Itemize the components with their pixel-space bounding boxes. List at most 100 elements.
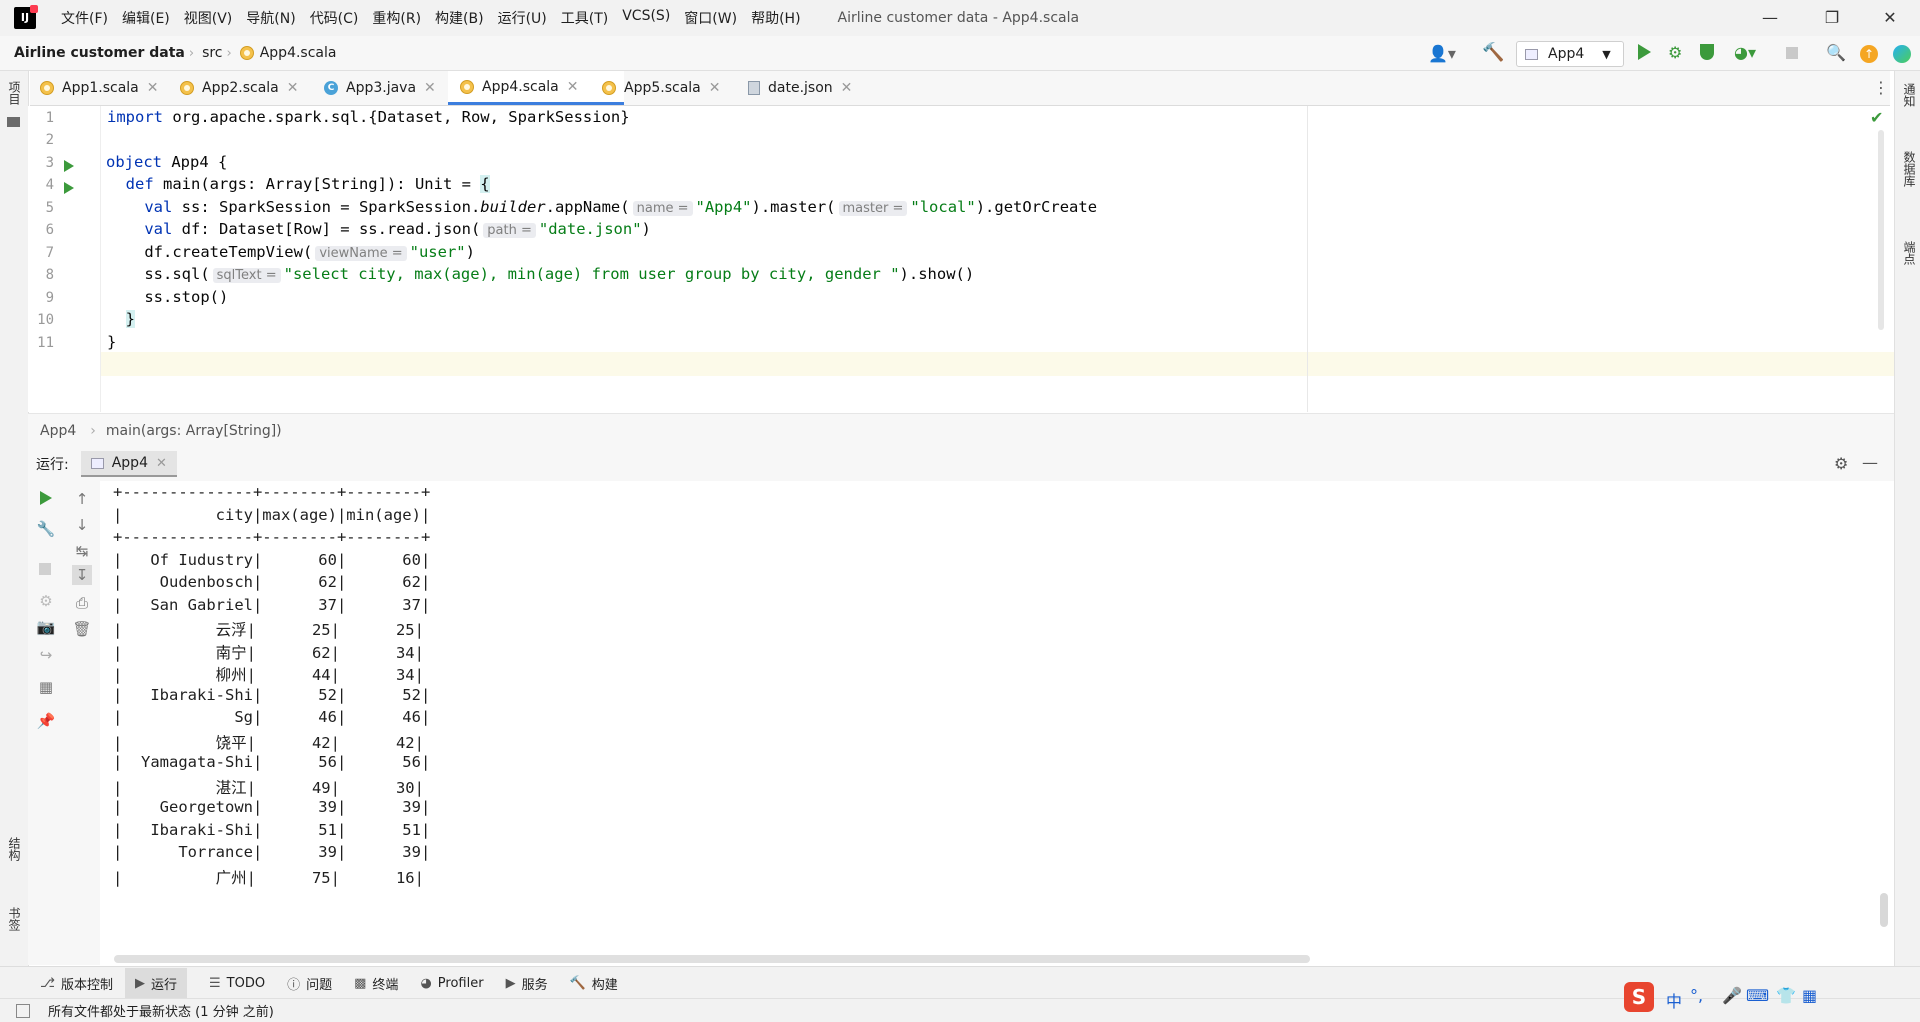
rerun-icon[interactable] [40,491,52,505]
line-number: 7 [45,245,54,261]
skin-icon[interactable]: 👕 [1776,986,1796,1005]
status-toggle-icon[interactable] [16,1003,30,1018]
menu-vcs[interactable]: VCS(S) [622,8,670,28]
ime-punctuation[interactable]: °, [1690,986,1703,1005]
user-icon[interactable]: 👤▾ [1428,44,1456,63]
console-line: | city|max(age)|min(age)| [113,505,431,524]
tool-tab-terminal[interactable]: ▩ 终端 [354,974,398,993]
tab-app3-java[interactable]: C App3.java ✕ [324,71,462,105]
more-tabs-icon[interactable]: ⋮ [1873,78,1889,97]
close-icon[interactable]: ✕ [1862,0,1918,36]
menu-build[interactable]: 构建(B) [435,8,484,28]
menu-window[interactable]: 窗口(W) [684,8,737,28]
tool-tab-label: 构建 [591,977,618,993]
menu-help[interactable]: 帮助(H) [751,8,800,28]
pin-icon[interactable]: 📌 [36,711,56,731]
breadcrumb-file[interactable]: App4.scala [260,45,337,61]
grid-menu-icon[interactable]: ▦ [1802,986,1817,1005]
restore-icon[interactable]: ❐ [1804,0,1860,36]
build-hammer-icon[interactable]: 🔨 [1482,42,1504,63]
endpoints-tool-button[interactable]: 端点 [1901,241,1918,265]
close-tab-icon[interactable]: ✕ [567,79,579,95]
profiler-icon: ◕ [420,975,432,991]
microphone-icon[interactable]: 🎤 [1722,986,1742,1005]
tool-tab-todo[interactable]: ☰ TODO [209,976,265,991]
code-line-7: df.createTempView(viewName = "user") [144,243,475,261]
line-gutter: 1 2 3 4 5 6 7 8 9 10 11 [28,106,100,412]
soft-wrap-icon[interactable]: ↹ [72,541,92,561]
intellij-logo-icon: IJ [14,5,38,29]
tab-app1-scala[interactable]: App1.scala ✕ [40,71,178,105]
close-tab-icon[interactable]: ✕ [147,80,159,96]
run-gutter-icon[interactable] [64,182,74,194]
arrow-up-icon[interactable]: ↑ [72,489,92,509]
tool-tab-services[interactable]: ▶ 服务 [506,974,548,993]
console-output[interactable]: +--------------+--------+--------+ | city… [100,481,1894,965]
database-tool-button[interactable]: 数据库 [1901,151,1918,187]
coverage-icon[interactable] [1700,44,1714,60]
search-icon[interactable]: 🔍 [1826,43,1846,62]
breadcrumb-object[interactable]: App4 [40,423,76,439]
horizontal-scrollbar[interactable] [114,955,1310,963]
update-icon[interactable]: ↑ [1860,45,1878,63]
close-tab-icon[interactable]: ✕ [287,80,299,96]
sogou-logo-icon[interactable]: S [1624,982,1654,1012]
menu-file[interactable]: 文件(F) [61,8,108,28]
menu-view[interactable]: 视图(V) [184,8,233,28]
tool-tab-problems[interactable]: ⓘ 问题 [287,974,332,993]
menu-tools[interactable]: 工具(T) [561,8,608,28]
stop-icon[interactable] [39,563,51,575]
tool-tab-profiler[interactable]: ◕ Profiler [420,976,483,991]
print-icon[interactable]: ⎙ [72,593,92,613]
todo-icon: ☰ [209,975,221,991]
tool-tab-build[interactable]: 🔨 构建 [570,974,618,993]
debug-icon[interactable]: ⚙ [1668,43,1682,62]
tab-app2-scala[interactable]: App2.scala ✕ [180,71,320,105]
close-tab-icon[interactable]: ✕ [709,80,721,96]
close-tab-icon[interactable]: ✕ [841,80,853,96]
minimize-icon[interactable]: — [1742,0,1798,36]
exit-icon[interactable]: ↪ [36,645,56,665]
trash-icon[interactable]: 🗑 [72,619,92,639]
breadcrumb-src[interactable]: src [202,45,222,61]
settings-gear-icon[interactable]: ⚙ [1834,454,1848,473]
run-tab-app4[interactable]: App4 ✕ [80,451,177,477]
keyboard-icon[interactable]: ⌨ [1746,986,1769,1005]
close-tab-icon[interactable]: ✕ [424,80,436,96]
breadcrumb-project[interactable]: Airline customer data [14,45,185,61]
menu-refactor[interactable]: 重构(R) [372,8,421,28]
layout-icon[interactable]: ▦ [36,677,56,697]
run-icon[interactable] [1638,44,1651,60]
scroll-to-end-icon[interactable]: ↧ [72,565,92,585]
menu-run[interactable]: 运行(U) [498,8,547,28]
hide-panel-icon[interactable]: — [1862,453,1878,472]
wrench-icon[interactable]: 🔧 [36,519,56,539]
no-problems-check-icon[interactable]: ✔ [1870,108,1883,127]
stop-icon[interactable] [1786,47,1798,59]
tab-date-json[interactable]: date.json ✕ [748,71,888,105]
editor-scrollbar[interactable] [1878,130,1884,330]
toolbox-icon[interactable] [1893,45,1911,63]
code-editor[interactable]: ✔ 1 2 3 4 5 6 7 8 9 10 11 import org.apa… [28,106,1894,412]
tab-app5-scala[interactable]: App5.scala ✕ [602,71,742,105]
close-tab-icon[interactable]: ✕ [156,456,167,471]
camera-icon[interactable]: 📷 [36,617,56,637]
tool-tab-run[interactable]: ▶ 运行 [125,967,188,999]
menu-code[interactable]: 代码(C) [310,8,359,28]
profile-icon[interactable]: ◕▾ [1734,43,1756,62]
notifications-tool-button[interactable]: 通知 [1901,83,1918,107]
arrow-down-icon[interactable]: ↓ [72,515,92,535]
debug-icon[interactable]: ⚙ [36,591,56,611]
breadcrumb-method[interactable]: main(args: Array[String]) [106,423,282,439]
tab-app4-scala[interactable]: App4.scala ✕ [448,71,624,105]
structure-tool-button[interactable]: 结构 [6,837,23,861]
tool-tab-vcs[interactable]: ⎇ 版本控制 [40,974,113,993]
vertical-scrollbar[interactable] [1880,893,1888,927]
bookmarks-tool-button[interactable]: 书签 [6,907,23,931]
run-configuration-select[interactable]: App4 ▼ [1516,41,1624,67]
menu-navigate[interactable]: 导航(N) [246,8,295,28]
project-tool-button[interactable]: 项目 [6,81,23,105]
menu-edit[interactable]: 编辑(E) [122,8,170,28]
ime-language[interactable]: 中 [1666,988,1682,1012]
run-gutter-icon[interactable] [64,160,74,172]
